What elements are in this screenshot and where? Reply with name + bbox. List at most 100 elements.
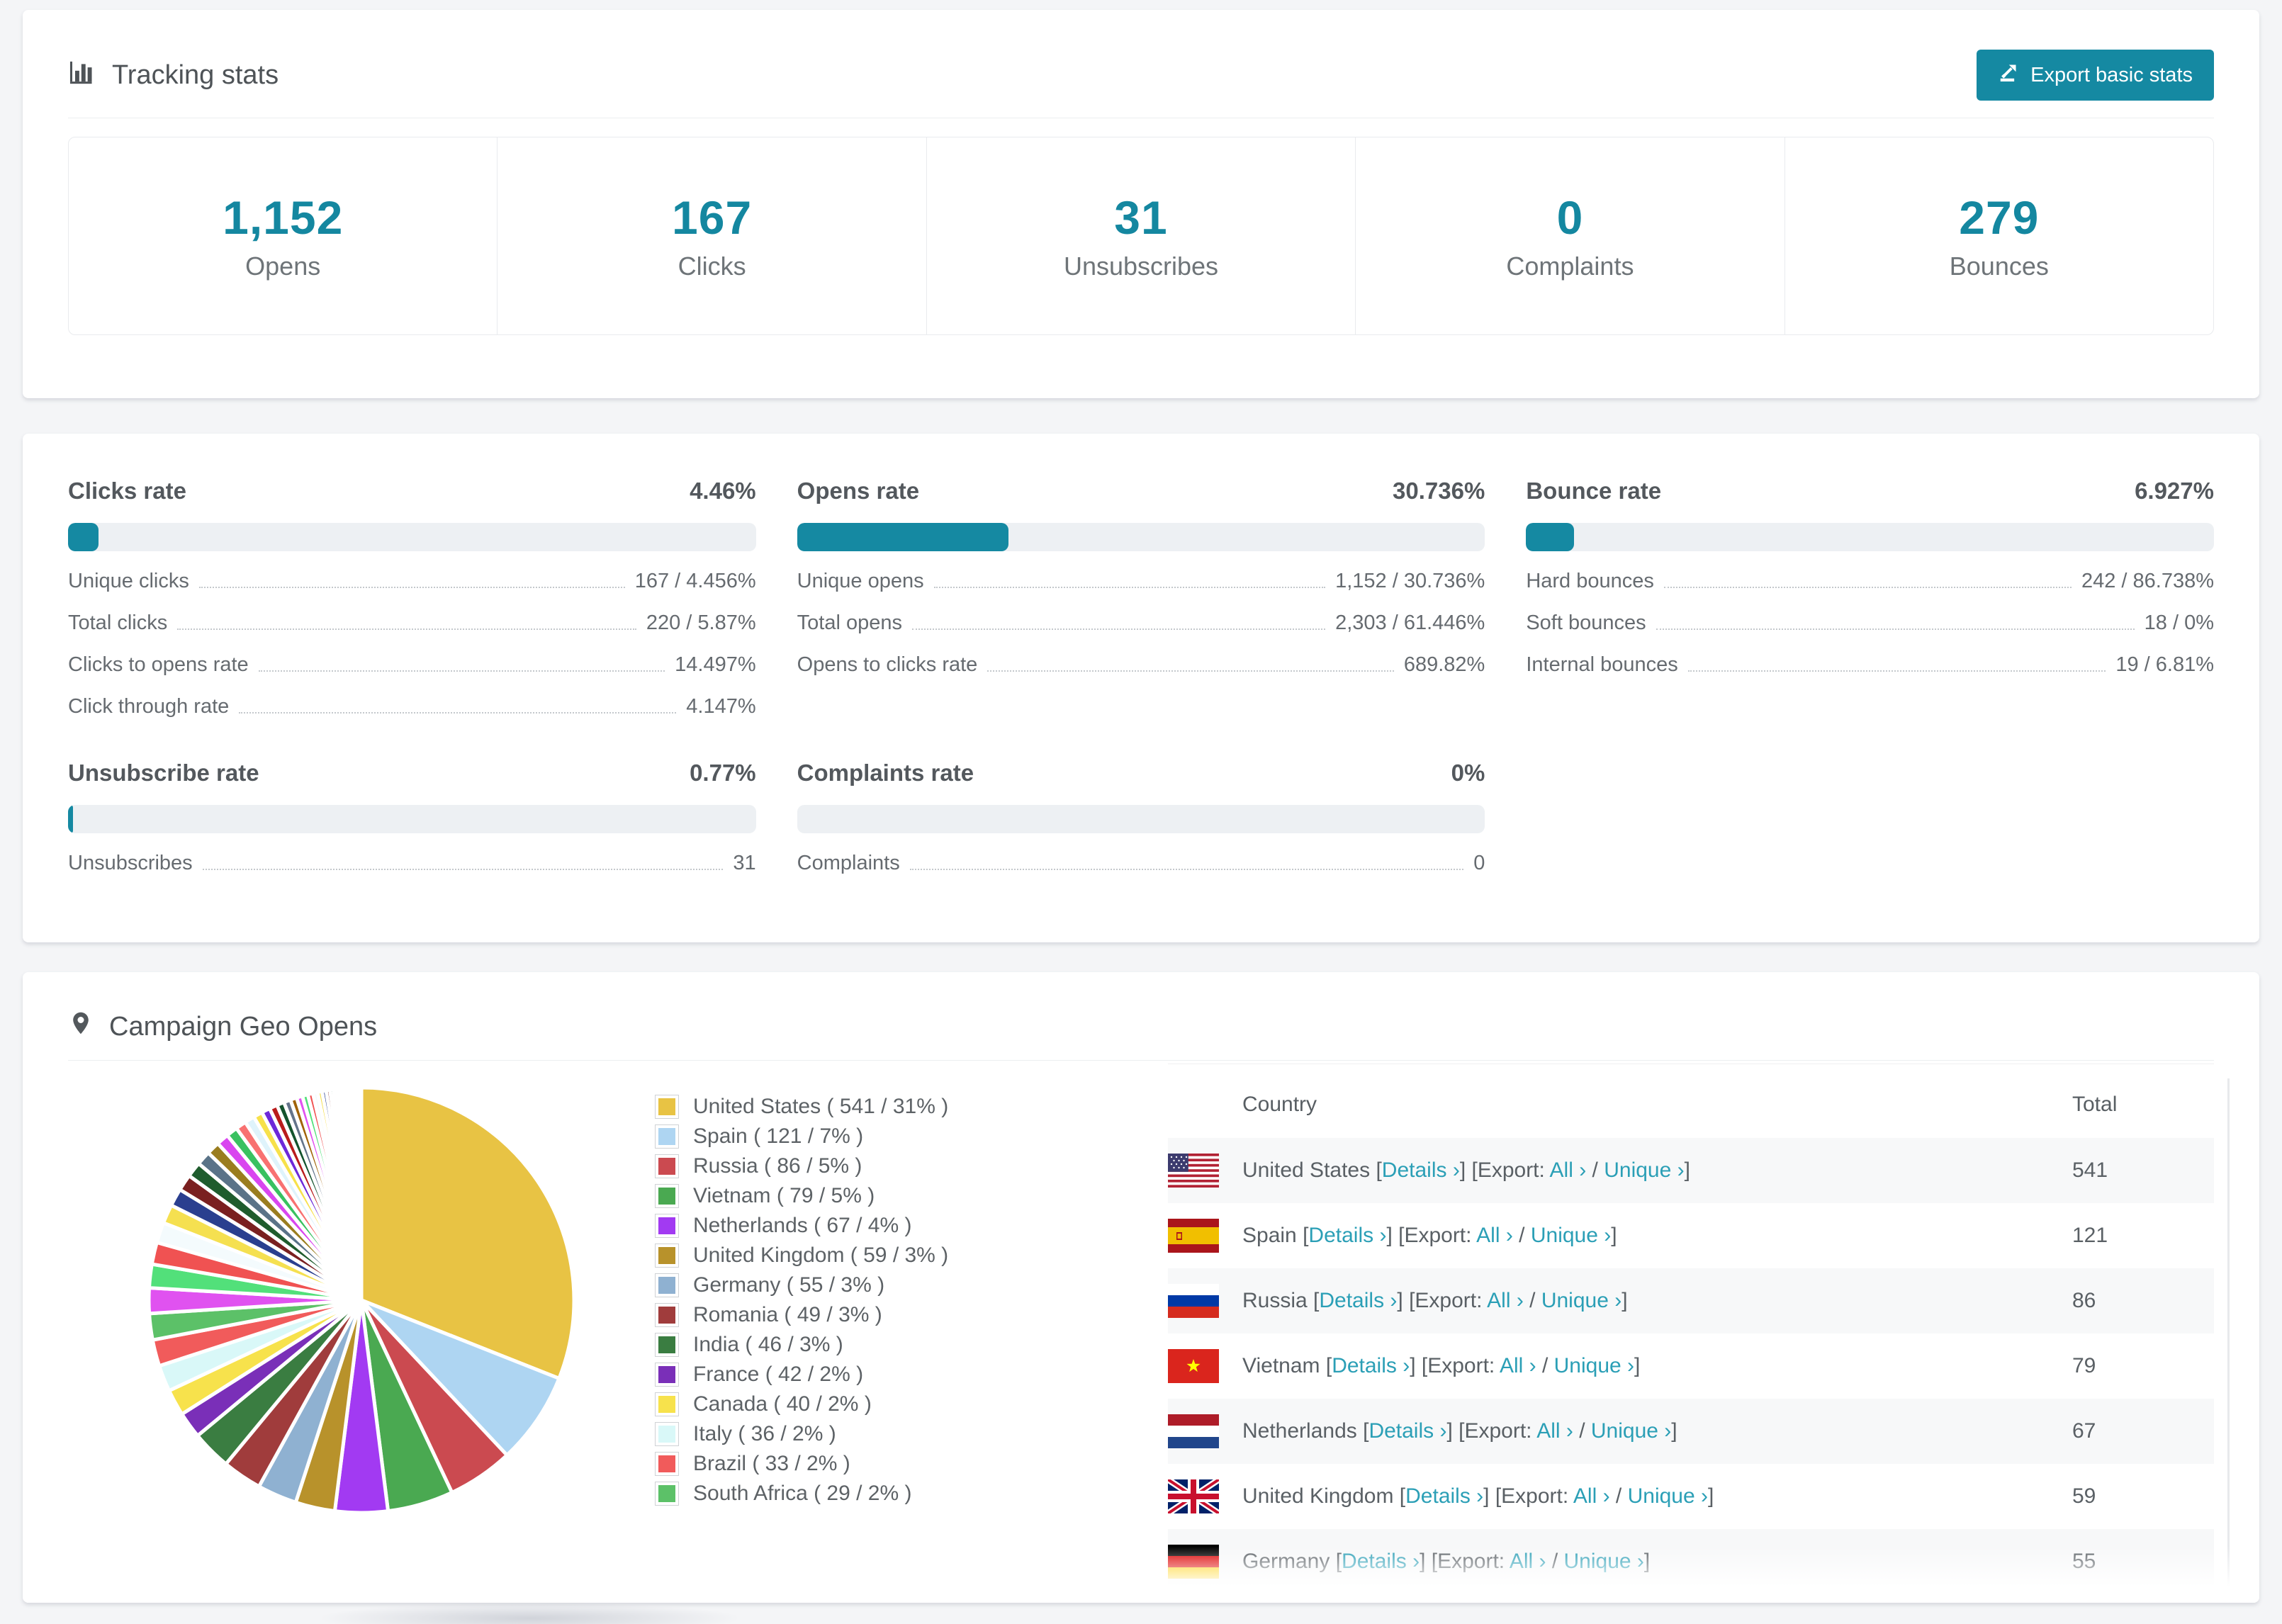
campaign-geo-opens-panel: Campaign Geo Opens United States ( 541 /… [23, 972, 2259, 1603]
rate-block: Clicks rate 4.46% Unique clicks 167 / 4.4… [68, 478, 756, 718]
geo-title-text: Campaign Geo Opens [109, 1011, 378, 1042]
legend-item[interactable]: United Kingdom ( 59 / 3% ) [655, 1241, 1168, 1270]
country-column-header: Country [1242, 1093, 1317, 1116]
details-link-nl[interactable]: Details › [1368, 1419, 1446, 1443]
geo-table-row-us: United States [Details ›] [Export: All ›… [1168, 1138, 2214, 1203]
legend-item[interactable]: Germany ( 55 / 3% ) [655, 1270, 1168, 1300]
details-link-us[interactable]: Details › [1382, 1158, 1460, 1182]
details-link-de[interactable]: Details › [1342, 1550, 1420, 1573]
export-unique-link-nl[interactable]: Unique › [1591, 1419, 1671, 1443]
export-unique-link-ru[interactable]: Unique › [1541, 1289, 1621, 1312]
rate-stat-label: Unique opens [797, 570, 924, 592]
legend-swatch [655, 1303, 679, 1327]
dotted-leader [911, 628, 1326, 630]
dotted-leader [1656, 628, 2135, 630]
legend-item[interactable]: South Africa ( 29 / 2% ) [655, 1479, 1168, 1509]
rate-stat-value: 18 / 0% [2144, 611, 2214, 634]
rate-value: 0.77% [690, 760, 756, 786]
rate-stat-value: 220 / 5.87% [646, 611, 756, 634]
rate-stat-value: 1,152 / 30.736% [1335, 570, 1485, 592]
rate-stat-label: Unsubscribes [68, 852, 193, 874]
legend-item[interactable]: Vietnam ( 79 / 5% ) [655, 1181, 1168, 1211]
pie-slice[interactable] [358, 1086, 364, 1301]
dotted-leader [239, 712, 677, 714]
details-link-gb[interactable]: Details › [1405, 1484, 1483, 1508]
details-link-ru[interactable]: Details › [1319, 1289, 1397, 1312]
export-unique-link-gb[interactable]: Unique › [1628, 1484, 1708, 1508]
export-all-link-ru[interactable]: All › [1487, 1289, 1524, 1312]
stat-value: 279 [1959, 191, 2040, 244]
rate-title: Clicks rate [68, 478, 186, 504]
rate-stat-row: Clicks to opens rate 14.497% [68, 653, 756, 677]
campaign-stats-page: { "accent": "#1589a2", "link_color": "#2… [0, 10, 2282, 1624]
legend-item[interactable]: Brazil ( 33 / 2% ) [655, 1449, 1168, 1479]
rates-grid: Clicks rate 4.46% Unique clicks 167 / 4.4… [68, 478, 2214, 875]
export-all-link-es[interactable]: All › [1476, 1224, 1513, 1247]
legend-swatch [655, 1244, 679, 1268]
rate-stat-row: Complaints 0 [797, 852, 1485, 875]
bottom-shadow [322, 1603, 737, 1624]
legend-label: Russia ( 86 / 5% ) [693, 1154, 862, 1178]
export-unique-link-es[interactable]: Unique › [1531, 1224, 1611, 1247]
rate-stat-value: 31 [733, 852, 756, 874]
details-link-vn[interactable]: Details › [1332, 1354, 1410, 1377]
progress-bar [797, 805, 1485, 833]
export-unique-link-de[interactable]: Unique › [1564, 1550, 1644, 1573]
legend-item[interactable]: Canada ( 40 / 2% ) [655, 1389, 1168, 1419]
legend-item[interactable]: Romania ( 49 / 3% ) [655, 1300, 1168, 1330]
rate-stat-value: 19 / 6.81% [2115, 653, 2214, 676]
geo-content: United States ( 541 / 31% ) Spain ( 121 /… [68, 1064, 2214, 1594]
rate-block: Opens rate 30.736% Unique opens 1,152 / 3… [797, 478, 1485, 718]
rate-stat-row: Soft bounces 18 / 0% [1526, 611, 2214, 635]
legend-swatch [655, 1452, 679, 1476]
export-all-link-vn[interactable]: All › [1500, 1354, 1536, 1377]
dotted-leader [909, 869, 1464, 870]
country-cell: Spain [Details ›] [Export: All › / Uniqu… [1242, 1224, 1617, 1247]
es-flag-icon [1168, 1203, 1242, 1268]
legend-item[interactable]: United States ( 541 / 31% ) [655, 1092, 1168, 1122]
stat-value: 31 [1114, 191, 1168, 244]
nl-flag-icon [1168, 1399, 1242, 1464]
legend-label: Italy ( 36 / 2% ) [693, 1422, 836, 1445]
export-all-link-nl[interactable]: All › [1536, 1419, 1573, 1443]
progress-bar-fill [68, 523, 99, 551]
geo-table-header-row: Country Total [1168, 1064, 2214, 1139]
legend-label: France ( 42 / 2% ) [693, 1363, 864, 1386]
export-all-link-gb[interactable]: All › [1573, 1484, 1610, 1508]
geo-table-row-vn: Vietnam [Details ›] [Export: All › / Uni… [1168, 1333, 2214, 1399]
rate-stat-label: Complaints [797, 852, 900, 874]
legend-item[interactable]: Russia ( 86 / 5% ) [655, 1151, 1168, 1181]
stat-cell: 279 Bounces [1784, 137, 2213, 334]
rate-block: Complaints rate 0% Complaints 0 [797, 760, 1485, 875]
geo-table-wrap: Country Total United States [Details ›] … [1168, 1064, 2214, 1594]
export-basic-stats-button[interactable]: Export basic stats [1977, 50, 2214, 101]
total-cell: 59 [2072, 1484, 2096, 1508]
legend-item[interactable]: Netherlands ( 67 / 4% ) [655, 1211, 1168, 1241]
legend-item[interactable]: France ( 42 / 2% ) [655, 1360, 1168, 1389]
legend-label: Germany ( 55 / 3% ) [693, 1273, 885, 1297]
stat-cell: 31 Unsubscribes [926, 137, 1355, 334]
legend-label: India ( 46 / 3% ) [693, 1333, 843, 1356]
export-all-link-de[interactable]: All › [1510, 1550, 1546, 1573]
legend-swatch [655, 1214, 679, 1238]
table-scrollbar[interactable] [2227, 1078, 2230, 1597]
details-link-es[interactable]: Details › [1308, 1224, 1386, 1247]
export-unique-link-vn[interactable]: Unique › [1554, 1354, 1634, 1377]
rate-stat-row: Total clicks 220 / 5.87% [68, 611, 756, 635]
legend-item[interactable]: Spain ( 121 / 7% ) [655, 1122, 1168, 1151]
dotted-leader [177, 628, 636, 630]
legend-item[interactable]: Italy ( 36 / 2% ) [655, 1419, 1168, 1449]
export-unique-link-us[interactable]: Unique › [1604, 1158, 1684, 1182]
ru-flag-icon [1168, 1268, 1242, 1333]
legend-swatch [655, 1124, 679, 1149]
rate-stat-value: 689.82% [1403, 653, 1485, 676]
dotted-leader [987, 670, 1394, 672]
rate-stat-row: Click through rate 4.147% [68, 695, 756, 718]
total-cell: 55 [2072, 1550, 2096, 1573]
total-cell: 541 [2072, 1158, 2108, 1182]
export-all-link-us[interactable]: All › [1550, 1158, 1587, 1182]
rate-value: 6.927% [2135, 478, 2214, 504]
geo-table: Country Total United States [Details ›] … [1168, 1064, 2214, 1594]
legend-item[interactable]: India ( 46 / 3% ) [655, 1330, 1168, 1360]
rate-stat-row: Hard bounces 242 / 86.738% [1526, 570, 2214, 593]
